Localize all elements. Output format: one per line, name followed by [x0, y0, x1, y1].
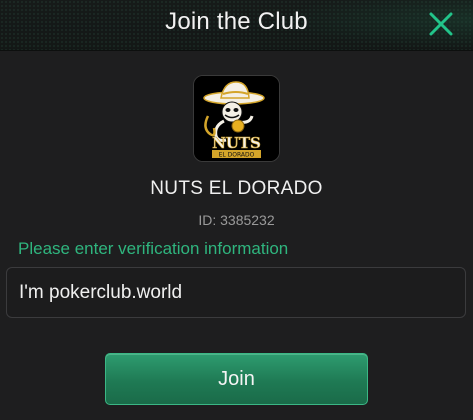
- close-button[interactable]: [427, 10, 455, 38]
- logo-el-dorado-text: EL DORADO: [219, 152, 255, 159]
- verification-input[interactable]: [6, 267, 466, 318]
- logo-nuts-text: NUTS: [212, 134, 261, 152]
- club-name: NUTS EL DORADO: [150, 178, 323, 199]
- dialog-title: Join the Club: [165, 8, 308, 35]
- club-logo: NUTS EL DORADO: [193, 75, 280, 162]
- join-button[interactable]: Join: [105, 353, 368, 405]
- verification-prompt: Please enter verification information: [18, 239, 289, 258]
- dialog-header: Join the Club: [0, 0, 473, 51]
- join-club-dialog: Join the Club NUTS EL DORADO NUTS EL DOR…: [0, 0, 473, 420]
- close-x-icon: [429, 12, 453, 36]
- club-id: ID: 3385232: [198, 212, 275, 228]
- nuts-el-dorado-logo: NUTS EL DORADO: [194, 76, 279, 161]
